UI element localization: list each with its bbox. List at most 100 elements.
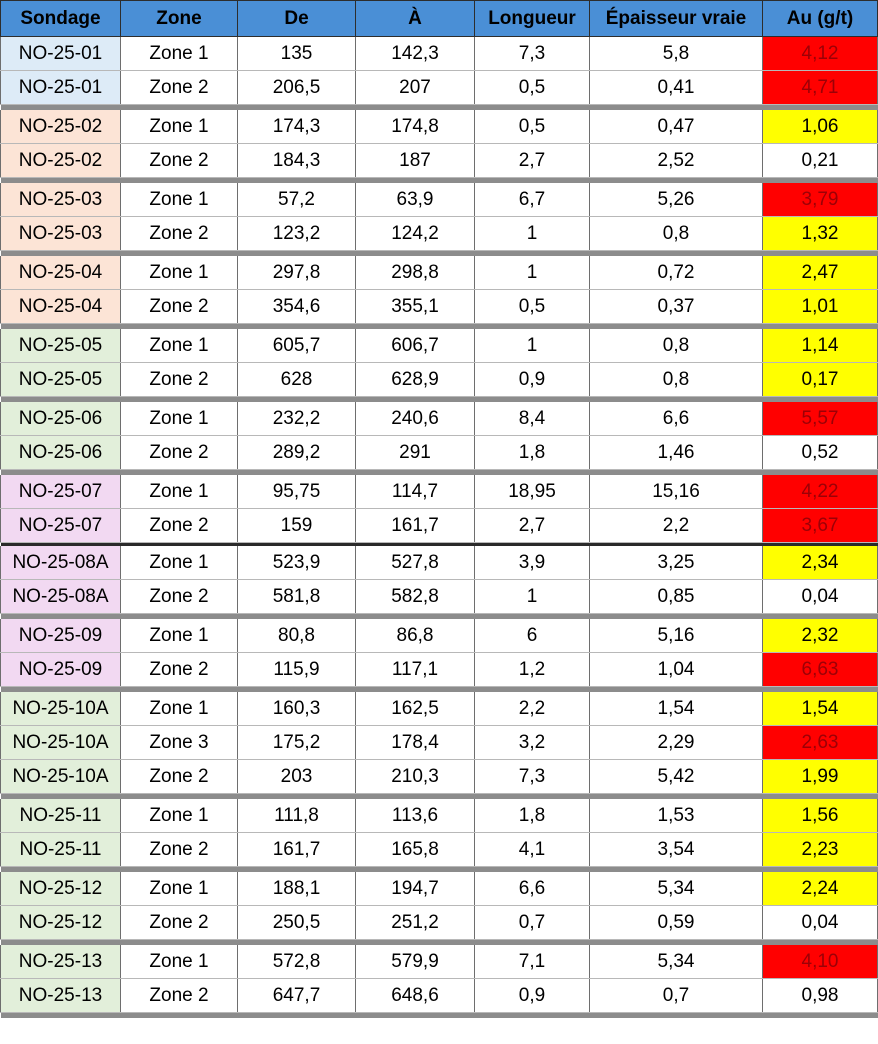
cell-epaisseur-vraie: 0,72 xyxy=(589,256,763,290)
cell-epaisseur-vraie: 0,59 xyxy=(589,905,763,940)
cell-epaisseur-vraie: 0,8 xyxy=(589,216,763,251)
table-row: NO-25-07 Zone 2 159 161,7 2,7 2,2 3,67 xyxy=(0,508,878,543)
cell-de: 160,3 xyxy=(237,692,356,726)
table-row: NO-25-13 Zone 1 572,8 579,9 7,1 5,34 4,10 xyxy=(0,945,878,979)
cell-longueur: 2,7 xyxy=(474,508,590,543)
table-row: NO-25-01 Zone 2 206,5 207 0,5 0,41 4,71 xyxy=(0,70,878,105)
cell-epaisseur-vraie: 0,47 xyxy=(589,110,763,144)
cell-sondage: NO-25-01 xyxy=(0,70,121,105)
table-row: NO-25-11 Zone 2 161,7 165,8 4,1 3,54 2,23 xyxy=(0,832,878,867)
table-row: NO-25-07 Zone 1 95,75 114,7 18,95 15,16 4,22 xyxy=(0,475,878,509)
cell-a: 117,1 xyxy=(355,652,475,687)
table-row: NO-25-09 Zone 1 80,8 86,8 6 5,16 2,32 xyxy=(0,619,878,653)
cell-a: 187 xyxy=(355,143,475,178)
cell-au: 4,12 xyxy=(762,36,878,71)
cell-de: 250,5 xyxy=(237,905,356,940)
cell-epaisseur-vraie: 2,52 xyxy=(589,143,763,178)
cell-zone: Zone 1 xyxy=(120,872,238,906)
cell-longueur: 18,95 xyxy=(474,475,590,509)
cell-sondage: NO-25-10A xyxy=(0,725,121,760)
cell-a: 648,6 xyxy=(355,978,475,1013)
cell-sondage: NO-25-04 xyxy=(0,289,121,324)
cell-a: 194,7 xyxy=(355,872,475,906)
cell-zone: Zone 2 xyxy=(120,143,238,178)
cell-de: 159 xyxy=(237,508,356,543)
table-row: NO-25-06 Zone 1 232,2 240,6 8,4 6,6 5,57 xyxy=(0,402,878,436)
cell-sondage: NO-25-02 xyxy=(0,143,121,178)
cell-au: 1,14 xyxy=(762,329,878,363)
cell-zone: Zone 1 xyxy=(120,799,238,833)
cell-epaisseur-vraie: 6,6 xyxy=(589,402,763,436)
cell-longueur: 1 xyxy=(474,579,590,614)
cell-a: 298,8 xyxy=(355,256,475,290)
cell-a: 240,6 xyxy=(355,402,475,436)
table-row: NO-25-04 Zone 2 354,6 355,1 0,5 0,37 1,01 xyxy=(0,289,878,324)
cell-epaisseur-vraie: 2,29 xyxy=(589,725,763,760)
cell-sondage: NO-25-08A xyxy=(0,579,121,614)
table-row: NO-25-12 Zone 2 250,5 251,2 0,7 0,59 0,04 xyxy=(0,905,878,940)
header-zone: Zone xyxy=(120,0,238,37)
cell-longueur: 7,3 xyxy=(474,36,590,71)
cell-epaisseur-vraie: 1,04 xyxy=(589,652,763,687)
cell-longueur: 1 xyxy=(474,216,590,251)
cell-epaisseur-vraie: 0,8 xyxy=(589,362,763,397)
cell-zone: Zone 2 xyxy=(120,216,238,251)
header-au: Au (g/t) xyxy=(762,0,878,37)
cell-sondage: NO-25-11 xyxy=(0,799,121,833)
cell-a: 124,2 xyxy=(355,216,475,251)
cell-longueur: 1,2 xyxy=(474,652,590,687)
cell-de: 297,8 xyxy=(237,256,356,290)
cell-au: 6,63 xyxy=(762,652,878,687)
cell-zone: Zone 1 xyxy=(120,692,238,726)
cell-de: 175,2 xyxy=(237,725,356,760)
cell-au: 0,52 xyxy=(762,435,878,470)
cell-sondage: NO-25-05 xyxy=(0,362,121,397)
table-body: NO-25-01 Zone 1 135 142,3 7,3 5,8 4,12 NO-25-01… xyxy=(0,36,878,1018)
cell-de: 523,9 xyxy=(237,546,356,580)
cell-longueur: 6,6 xyxy=(474,872,590,906)
cell-sondage: NO-25-04 xyxy=(0,256,121,290)
cell-sondage: NO-25-06 xyxy=(0,435,121,470)
cell-de: 354,6 xyxy=(237,289,356,324)
cell-de: 628 xyxy=(237,362,356,397)
cell-de: 161,7 xyxy=(237,832,356,867)
cell-sondage: NO-25-07 xyxy=(0,508,121,543)
cell-au: 2,34 xyxy=(762,546,878,580)
cell-au: 2,32 xyxy=(762,619,878,653)
cell-au: 0,04 xyxy=(762,579,878,614)
cell-au: 2,23 xyxy=(762,832,878,867)
table-row: NO-25-01 Zone 1 135 142,3 7,3 5,8 4,12 xyxy=(0,36,878,71)
cell-zone: Zone 2 xyxy=(120,652,238,687)
cell-longueur: 3,9 xyxy=(474,546,590,580)
table-row: NO-25-13 Zone 2 647,7 648,6 0,9 0,7 0,98 xyxy=(0,978,878,1013)
cell-zone: Zone 1 xyxy=(120,110,238,144)
cell-epaisseur-vraie: 0,85 xyxy=(589,579,763,614)
row-separator xyxy=(0,1012,878,1018)
cell-de: 135 xyxy=(237,36,356,71)
cell-a: 251,2 xyxy=(355,905,475,940)
cell-de: 647,7 xyxy=(237,978,356,1013)
cell-sondage: NO-25-09 xyxy=(0,652,121,687)
cell-a: 210,3 xyxy=(355,759,475,794)
header-sondage: Sondage xyxy=(0,0,121,37)
cell-epaisseur-vraie: 1,46 xyxy=(589,435,763,470)
cell-sondage: NO-25-13 xyxy=(0,945,121,979)
cell-sondage: NO-25-08A xyxy=(0,546,121,580)
cell-longueur: 1 xyxy=(474,329,590,363)
cell-zone: Zone 1 xyxy=(120,619,238,653)
cell-de: 188,1 xyxy=(237,872,356,906)
table-row: NO-25-10A Zone 1 160,3 162,5 2,2 1,54 1,54 xyxy=(0,692,878,726)
cell-sondage: NO-25-02 xyxy=(0,110,121,144)
header-a: À xyxy=(355,0,475,37)
cell-zone: Zone 2 xyxy=(120,508,238,543)
cell-epaisseur-vraie: 5,26 xyxy=(589,183,763,217)
cell-a: 165,8 xyxy=(355,832,475,867)
cell-zone: Zone 1 xyxy=(120,475,238,509)
table-row: NO-25-10A Zone 3 175,2 178,4 3,2 2,29 2,63 xyxy=(0,725,878,760)
cell-epaisseur-vraie: 5,34 xyxy=(589,872,763,906)
assay-results-table: Sondage Zone De À Longueur Épaisseur vra… xyxy=(0,0,878,1018)
cell-au: 1,56 xyxy=(762,799,878,833)
cell-zone: Zone 2 xyxy=(120,435,238,470)
cell-a: 174,8 xyxy=(355,110,475,144)
cell-zone: Zone 2 xyxy=(120,70,238,105)
